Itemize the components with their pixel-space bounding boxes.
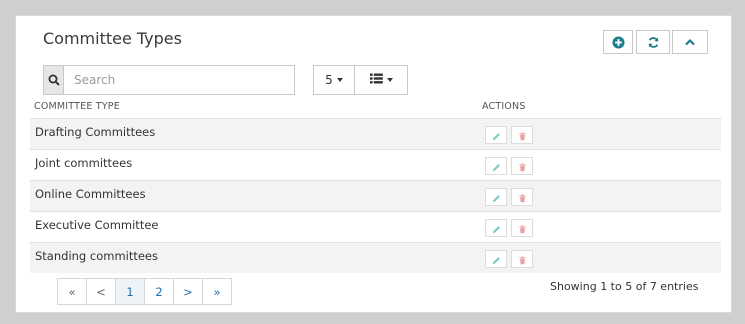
edit-button[interactable] [485, 188, 507, 206]
columns-dropdown[interactable] [354, 65, 408, 95]
entries-info: Showing 1 to 5 of 7 entries [550, 280, 699, 293]
trash-icon [518, 219, 527, 238]
committee-type-cell: Drafting Committees [35, 125, 156, 139]
edit-button[interactable] [485, 219, 507, 237]
plus-circle-icon [611, 35, 625, 49]
committee-types-table: Drafting Committees Joint committees Onl… [30, 118, 721, 273]
page-size-dropdown[interactable]: 5 [313, 65, 355, 95]
delete-button[interactable] [511, 250, 533, 268]
table-row: Online Committees [30, 180, 721, 211]
delete-button[interactable] [511, 126, 533, 144]
search-addon [43, 65, 63, 95]
delete-button[interactable] [511, 219, 533, 237]
table-row: Drafting Committees [30, 118, 721, 149]
trash-icon [518, 188, 527, 207]
collapse-button[interactable] [672, 30, 708, 54]
table-row: Standing committees [30, 242, 721, 273]
pencil-icon [492, 250, 501, 269]
page-size-value: 5 [325, 73, 333, 87]
column-header-actions: ACTIONS [482, 101, 526, 112]
edit-button[interactable] [485, 157, 507, 175]
search-icon [48, 71, 60, 90]
chevron-up-icon [684, 36, 696, 48]
delete-button[interactable] [511, 188, 533, 206]
caret-down-icon [386, 78, 393, 82]
pagination: « < 1 2 > » [57, 278, 232, 305]
page-prev-button[interactable]: < [86, 278, 116, 305]
trash-icon [518, 126, 527, 145]
pencil-icon [492, 219, 501, 238]
refresh-button[interactable] [636, 30, 670, 54]
committee-types-panel: Committee Types 5 COMMITTEE TYPE ACTIONS [15, 15, 732, 313]
edit-button[interactable] [485, 250, 507, 268]
trash-icon [518, 250, 527, 269]
edit-button[interactable] [485, 126, 507, 144]
page-next-button[interactable]: > [173, 278, 203, 305]
committee-type-cell: Joint committees [35, 156, 133, 170]
page-2-button[interactable]: 2 [144, 278, 174, 305]
list-icon [369, 73, 383, 87]
caret-down-icon [336, 78, 343, 82]
pencil-icon [492, 188, 501, 207]
page-last-button[interactable]: » [202, 278, 232, 305]
delete-button[interactable] [511, 157, 533, 175]
trash-icon [518, 157, 527, 176]
table-row: Executive Committee [30, 211, 721, 242]
search-input[interactable] [63, 65, 295, 95]
panel-title: Committee Types [43, 29, 182, 48]
add-button[interactable] [603, 30, 633, 54]
pencil-icon [492, 157, 501, 176]
pencil-icon [492, 126, 501, 145]
committee-type-cell: Online Committees [35, 187, 146, 201]
column-header-type: COMMITTEE TYPE [34, 101, 120, 112]
refresh-icon [647, 36, 660, 49]
committee-type-cell: Standing committees [35, 249, 159, 263]
page-1-button[interactable]: 1 [115, 278, 145, 305]
page-first-button[interactable]: « [57, 278, 87, 305]
table-row: Joint committees [30, 149, 721, 180]
committee-type-cell: Executive Committee [35, 218, 159, 232]
